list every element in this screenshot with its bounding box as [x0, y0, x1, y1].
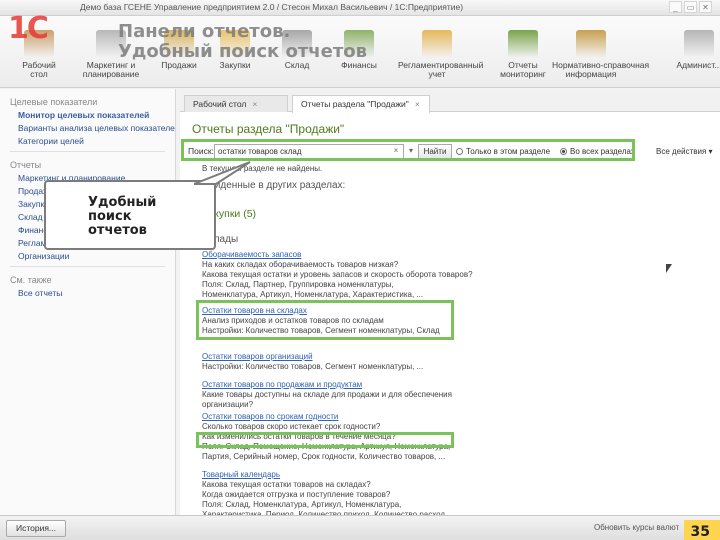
- section-icon: [220, 30, 250, 58]
- report-link[interactable]: Остатки товаров на складах: [202, 306, 307, 315]
- sidebar-section-targets: Целевые показатели: [10, 97, 98, 107]
- report-description: На каких складах оборачиваемость товаров…: [202, 260, 399, 269]
- callout-bubble: Удобный поиск отчетов: [44, 161, 251, 250]
- tab-desktop[interactable]: Рабочий стол ×: [184, 95, 288, 112]
- search-input[interactable]: остатки товаров склад: [214, 144, 404, 159]
- report-description: Поля: Склад, Партнер, Группировка номенк…: [202, 280, 394, 289]
- all-actions-menu[interactable]: Все действия ▾: [656, 147, 713, 156]
- section-icon: [576, 30, 606, 58]
- window-title: Демо база ГСЕНЕ Управление предприятием …: [80, 2, 464, 12]
- minimize-button[interactable]: _: [669, 1, 682, 13]
- toolbar-label: Отчеты мониторинг: [500, 60, 546, 79]
- close-button[interactable]: ✕: [699, 1, 712, 13]
- tab-bar: Рабочий стол × Отчеты раздела "Продажи" ×: [180, 92, 720, 113]
- section-icon: [282, 30, 312, 58]
- report-link[interactable]: Остатки товаров организаций: [202, 352, 313, 361]
- tab-label: Рабочий стол: [193, 99, 247, 109]
- close-icon[interactable]: ×: [252, 99, 257, 109]
- window-controls: _ ▭ ✕: [669, 1, 712, 13]
- report-panel: Рабочий стол × Отчеты раздела "Продажи" × …: [180, 92, 720, 519]
- sidebar-item-monitor[interactable]: Монитор целевых показателей: [0, 109, 175, 122]
- 1c-logo: 1С: [8, 11, 49, 46]
- history-button[interactable]: История...: [6, 520, 66, 537]
- report-description: Настройки: Количество товаров, Сегмент н…: [202, 326, 440, 335]
- search-label: Поиск:: [188, 146, 214, 156]
- toolbar-button[interactable]: Нормативно-справочная информация: [552, 30, 650, 79]
- history-dropdown-icon[interactable]: ▾: [405, 145, 417, 158]
- section-icon: [96, 30, 126, 58]
- callout-pointer: [194, 161, 251, 185]
- sidebar-item-all-reports[interactable]: Все отчеты: [0, 287, 175, 300]
- navigation-sidebar: Целевые показатели Монитор целевых показ…: [0, 89, 176, 515]
- clear-icon[interactable]: ×: [390, 145, 402, 158]
- update-rates-link[interactable]: Обновить курсы валют: [594, 523, 679, 532]
- title-bar: Демо база ГСЕНЕ Управление предприятием …: [0, 0, 720, 16]
- maximize-button[interactable]: ▭: [684, 1, 697, 13]
- report-description: Сколько товаров скоро истекает срок годн…: [202, 422, 381, 431]
- section-icon: [422, 30, 452, 58]
- toolbar-label: Регламентированный учет: [398, 60, 484, 79]
- report-description: Поля: Склад, Номенклатура, Артикул, Номе…: [202, 500, 402, 509]
- toolbar-label: Финансы: [341, 60, 377, 70]
- radio-label: Только в этом разделе: [466, 147, 551, 156]
- sidebar-divider: [10, 151, 165, 152]
- toolbar-button[interactable]: Финансы: [320, 30, 398, 70]
- tab-sales-reports[interactable]: Отчеты раздела "Продажи" ×: [292, 95, 430, 113]
- report-description: Когда ожидается отгрузка и поступление т…: [202, 490, 391, 499]
- report-description: Какие товары доступны на складе для прод…: [202, 390, 452, 399]
- report-link[interactable]: Остатки товаров по продажам и продуктам: [202, 380, 362, 389]
- report-link[interactable]: Остатки товаров по срокам годности: [202, 412, 338, 421]
- report-description: организации?: [202, 400, 254, 409]
- toolbar-button[interactable]: Отчеты мониторинг: [484, 30, 562, 79]
- report-link[interactable]: Оборачиваемость запасов: [202, 250, 301, 259]
- section-icon: [508, 30, 538, 58]
- sidebar-section-see-also: См. также: [10, 275, 52, 285]
- radio-label: Во всех разделах: [570, 147, 635, 156]
- sidebar-item-variants[interactable]: Варианты анализа целевых показателей: [0, 122, 175, 135]
- page-title: Отчеты раздела "Продажи": [192, 122, 345, 136]
- radio-icon: [456, 148, 463, 155]
- toolbar-button[interactable]: Маркетинг и планирование: [72, 30, 150, 79]
- section-toolbar: Рабочий стол Маркетинг и планирование Прод…: [0, 16, 720, 88]
- toolbar-label: Маркетинг и планирование: [82, 60, 140, 79]
- callout-text: Удобный поиск отчетов: [88, 195, 157, 238]
- sidebar-item-organizations[interactable]: Организации: [0, 250, 175, 263]
- section-icon: [684, 30, 714, 58]
- report-description: Партия, Серийный номер, Срок годности, К…: [202, 452, 446, 461]
- report-description: Какова текущая остатки товаров на склада…: [202, 480, 371, 489]
- radio-selected-icon: [560, 148, 567, 155]
- toolbar-label: Админист...: [676, 60, 720, 70]
- report-description: Номенклатура, Артикул, Номенклатура, Хар…: [202, 290, 424, 299]
- report-description: Настройки: Количество товаров, Сегмент н…: [202, 362, 424, 371]
- section-icon: [164, 30, 194, 58]
- toolbar-button[interactable]: Админист...: [660, 30, 720, 70]
- toolbar-button[interactable]: Регламентированный учет: [398, 30, 484, 79]
- mouse-cursor-icon: [666, 264, 672, 273]
- search-row: Поиск: остатки товаров склад × ▾ Найти Т…: [186, 144, 720, 160]
- toolbar-label: Нормативно-справочная информация: [552, 60, 650, 79]
- toolbar-label: Рабочий стол: [22, 60, 56, 79]
- report-description: Анализ приходов и остатков товаров по ск…: [202, 316, 384, 325]
- sidebar-section-reports: Отчеты: [10, 160, 42, 170]
- report-description: Как изменились остатки товаров в течение…: [202, 432, 396, 441]
- report-description: Поля: Склад, Помещение, Номенклатура, Ар…: [202, 442, 451, 451]
- page-number: 35: [690, 524, 710, 540]
- report-description: Какова текущая остатки и уровень запасов…: [202, 270, 473, 279]
- find-button[interactable]: Найти: [418, 144, 452, 159]
- radio-all-sections[interactable]: Во всех разделах: [560, 147, 635, 156]
- section-icon: [344, 30, 374, 58]
- status-bar: История... Обновить курсы валют: [0, 515, 720, 540]
- sidebar-divider: [10, 266, 165, 267]
- sidebar-item-categories[interactable]: Категории целей: [0, 135, 175, 148]
- tab-label: Отчеты раздела "Продажи": [301, 99, 409, 109]
- close-icon[interactable]: ×: [415, 99, 420, 109]
- report-link[interactable]: Товарный календарь: [202, 470, 280, 479]
- radio-this-section[interactable]: Только в этом разделе: [456, 147, 550, 156]
